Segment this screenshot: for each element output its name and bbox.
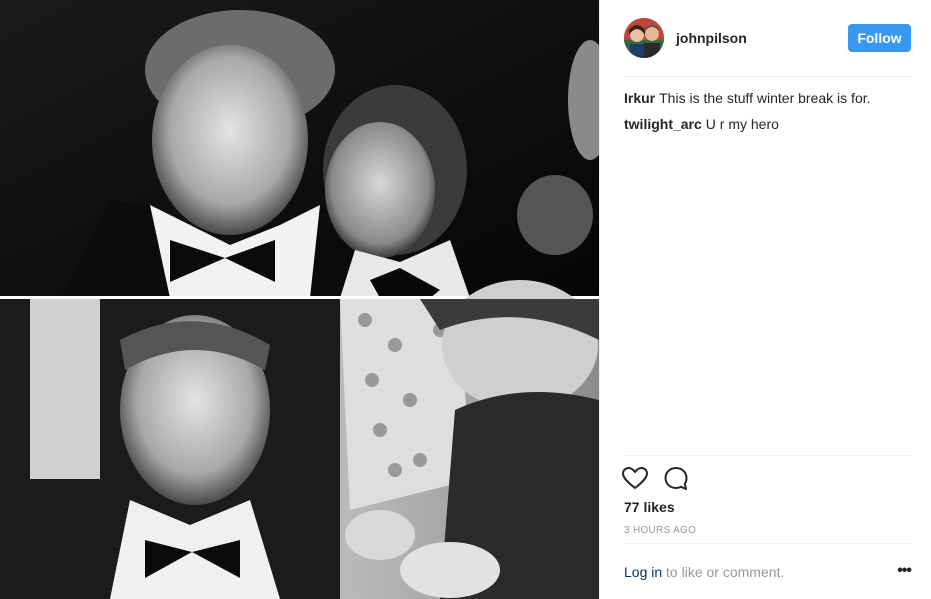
- login-prompt-text: to like or comment.: [662, 564, 785, 580]
- heart-icon[interactable]: [622, 466, 648, 492]
- footer-divider: [624, 543, 911, 544]
- post-timestamp[interactable]: 3 HOURS AGO: [624, 525, 696, 536]
- avatar[interactable]: [624, 18, 664, 58]
- login-link[interactable]: Log in: [624, 564, 662, 580]
- more-options-icon[interactable]: •••: [897, 562, 912, 580]
- header-divider: [624, 76, 911, 77]
- post-header: johnpilson Follow: [624, 18, 911, 60]
- hand: [400, 542, 500, 598]
- second-person-face: [325, 122, 435, 258]
- actions-divider: [624, 455, 911, 456]
- follow-button[interactable]: Follow: [848, 24, 911, 52]
- comment-item: twilight_arc U r my hero: [624, 115, 911, 133]
- comment-username[interactable]: Irkur: [624, 90, 655, 106]
- comment-bubble-icon[interactable]: [663, 466, 689, 492]
- comment-text: U r my hero: [705, 116, 779, 132]
- hand: [345, 510, 415, 560]
- comments-list: Irkur This is the stuff winter break is f…: [624, 89, 911, 141]
- likes-count[interactable]: 77 likes: [624, 499, 675, 515]
- username-link[interactable]: johnpilson: [676, 30, 747, 46]
- photo-collage: [0, 0, 599, 599]
- avatar-image: [624, 18, 664, 58]
- instagram-post: johnpilson Follow Irkur This is the stuff…: [0, 0, 931, 599]
- comment-username[interactable]: twilight_arc: [624, 116, 702, 132]
- post-photo[interactable]: [0, 0, 599, 599]
- post-sidebar: johnpilson Follow Irkur This is the stuff…: [599, 0, 931, 599]
- login-prompt: Log in to like or comment.: [624, 564, 784, 580]
- comment-item: Irkur This is the stuff winter break is f…: [624, 89, 911, 107]
- comment-text: This is the stuff winter break is for.: [659, 90, 871, 106]
- top-person-face: [152, 45, 308, 235]
